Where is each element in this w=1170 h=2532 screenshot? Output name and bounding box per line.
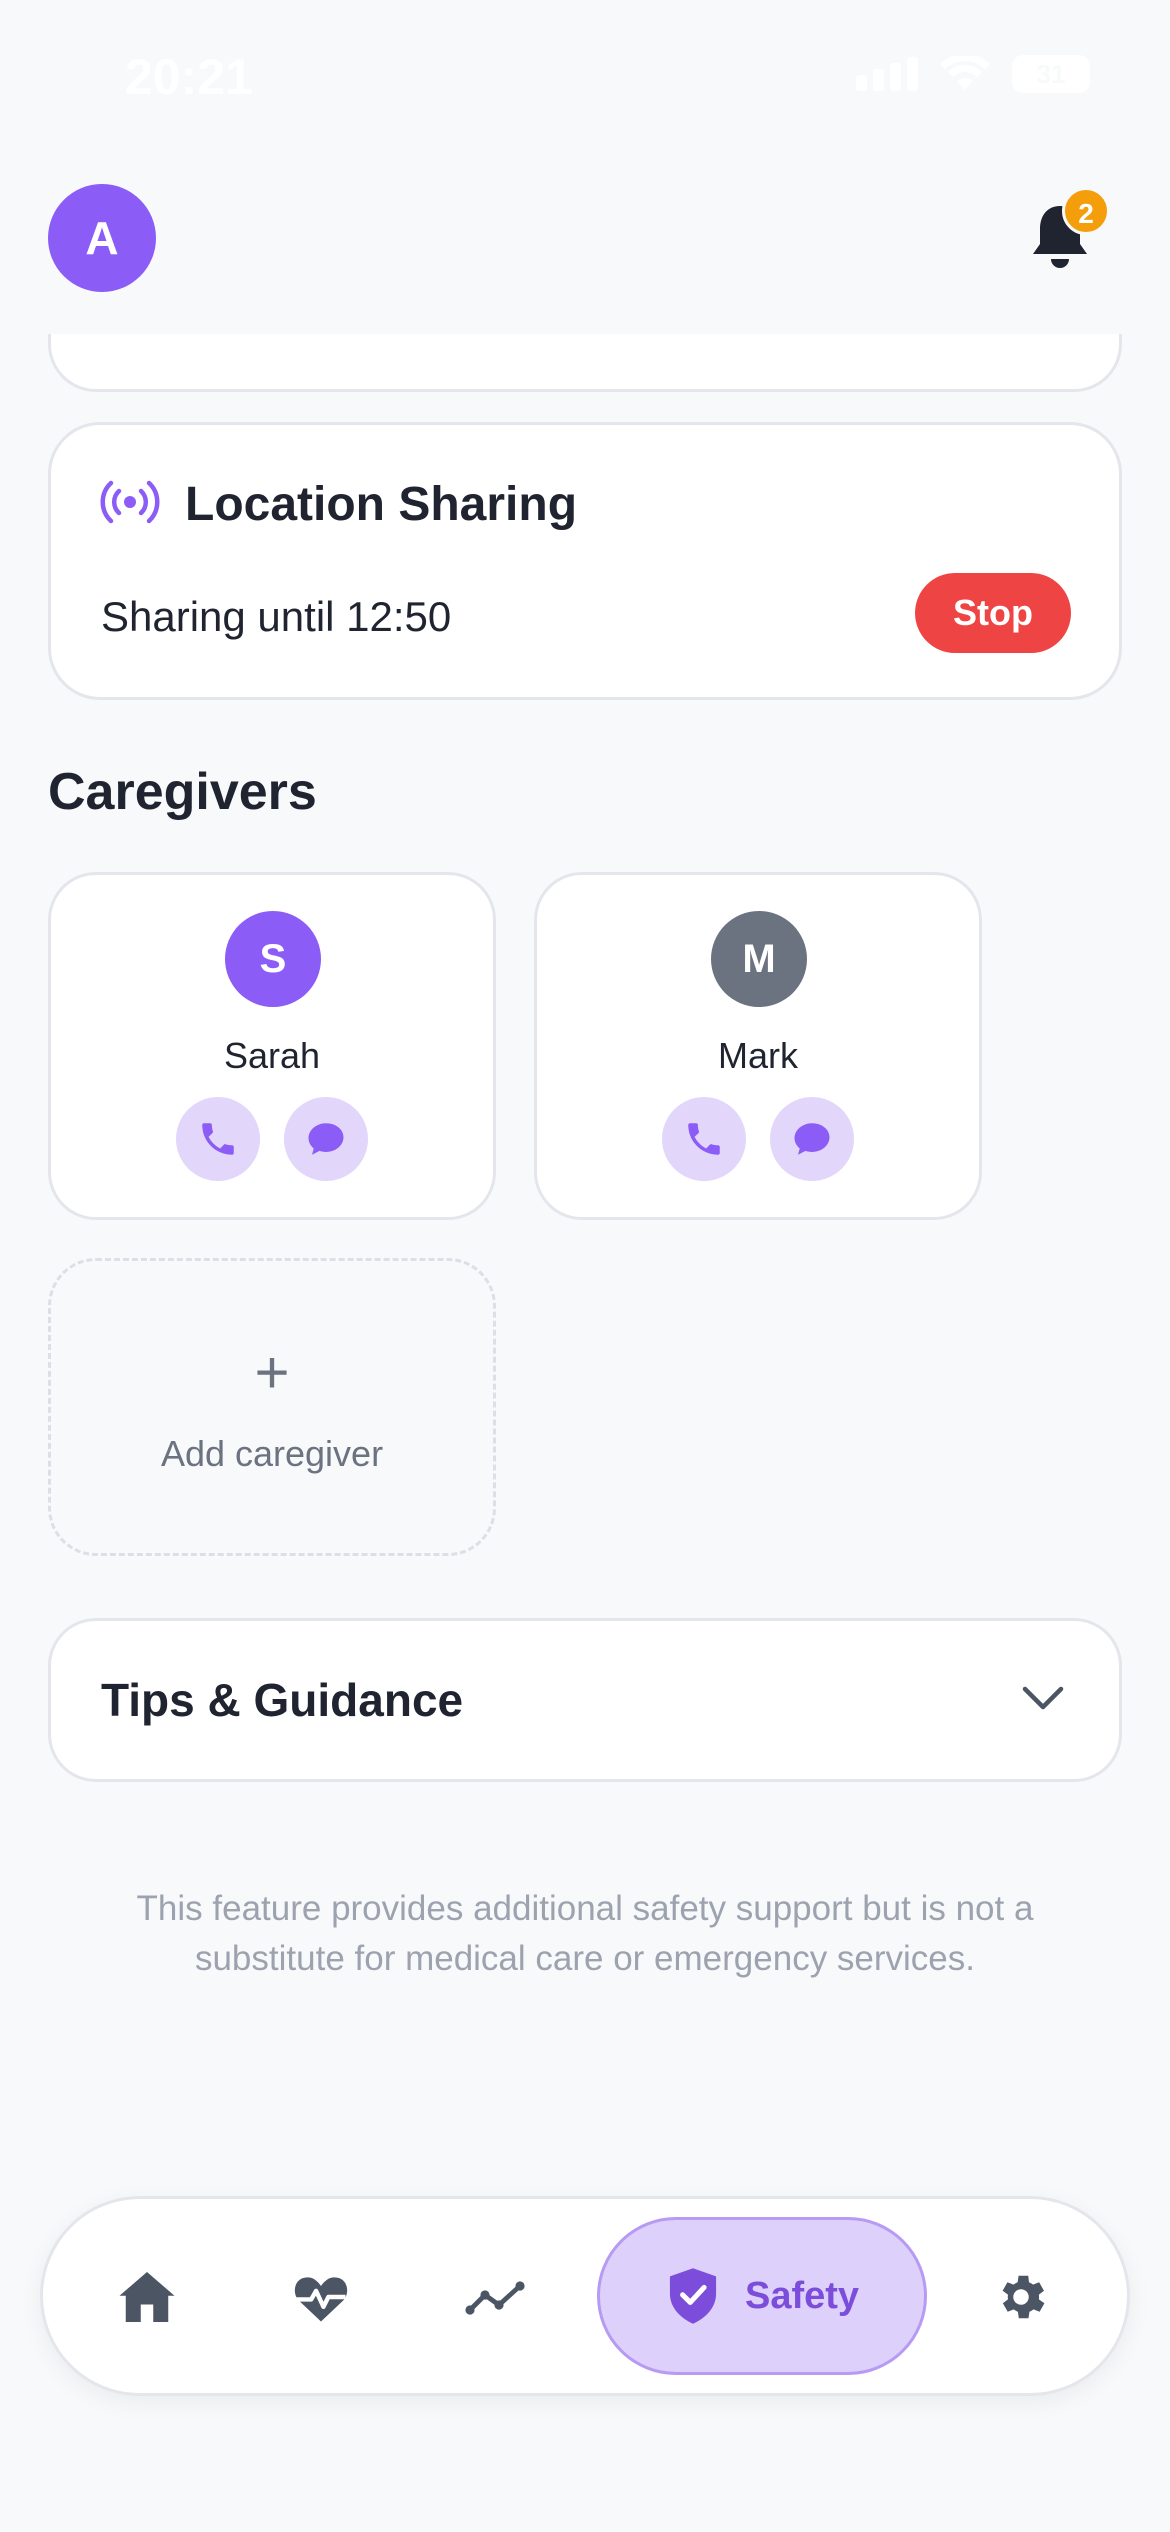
heart-pulse-icon (294, 2277, 348, 2322)
caregiver-avatar: S (225, 911, 321, 1007)
caregiver-actions (537, 1097, 979, 1181)
chevron-down-icon (1022, 1686, 1064, 1710)
battery-icon: 31 (1012, 55, 1090, 93)
gear-icon (1002, 2275, 1045, 2319)
phone-icon (202, 1123, 234, 1155)
caregivers-title: Caregivers (48, 763, 317, 821)
wifi-icon (940, 56, 990, 90)
disclaimer-text: This feature provides additional safety … (136, 1889, 1034, 1978)
phone-icon (688, 1123, 720, 1155)
nav-safety-label: Safety (744, 2274, 860, 2317)
home-icon (119, 2272, 175, 2322)
call-button[interactable] (176, 1097, 260, 1181)
broadcast-icon (100, 480, 160, 524)
caregiver-name: Sarah (223, 1035, 321, 1076)
caregiver-actions (51, 1097, 493, 1181)
chat-bubble-icon (308, 1123, 344, 1155)
nav-settings[interactable] (973, 2249, 1069, 2345)
chat-bubble-icon (794, 1123, 830, 1155)
caregiver-avatar: M (711, 911, 807, 1007)
notification-badge: 2 (1062, 187, 1110, 235)
scroll-content[interactable]: Location Sharing Sharing until 12:50 Sto… (0, 334, 1170, 2434)
trend-icon (465, 2281, 525, 2315)
location-sharing-card: Location Sharing Sharing until 12:50 Sto… (48, 422, 1122, 700)
nav-safety[interactable]: Safety (597, 2217, 927, 2375)
message-button[interactable] (284, 1097, 368, 1181)
tips-guidance-accordion[interactable]: Tips & Guidance (48, 1618, 1122, 1782)
plus-icon: + (254, 1339, 290, 1406)
tips-title: Tips & Guidance (101, 1674, 464, 1726)
add-caregiver-label: Add caregiver (160, 1433, 384, 1474)
status-time: 20:21 (125, 49, 253, 105)
caregiver-name: Mark (718, 1035, 798, 1076)
bottom-navigation: Safety (40, 2196, 1130, 2396)
call-button[interactable] (662, 1097, 746, 1181)
caregiver-card[interactable]: M Mark (534, 872, 982, 1220)
status-icons: 31 (856, 55, 1090, 93)
nav-health[interactable] (273, 2249, 369, 2345)
stop-sharing-button[interactable]: Stop (915, 573, 1071, 653)
caregiver-card[interactable]: S Sarah (48, 872, 496, 1220)
message-button[interactable] (770, 1097, 854, 1181)
add-caregiver-button[interactable]: + Add caregiver (48, 1258, 496, 1556)
location-sharing-status: Sharing until 12:50 (101, 593, 452, 640)
shield-check-icon (669, 2268, 717, 2324)
status-bar: 20:21 31 (0, 0, 1170, 150)
cellular-signal-icon (856, 57, 918, 91)
profile-avatar[interactable]: A (48, 184, 156, 292)
nav-home[interactable] (99, 2249, 195, 2345)
location-sharing-title: Location Sharing (185, 478, 578, 531)
nav-trends[interactable] (447, 2249, 543, 2345)
previous-card (48, 334, 1122, 392)
safety-screen: 20:21 31 A 2 Location Sharing Sharing un… (0, 0, 1170, 2532)
